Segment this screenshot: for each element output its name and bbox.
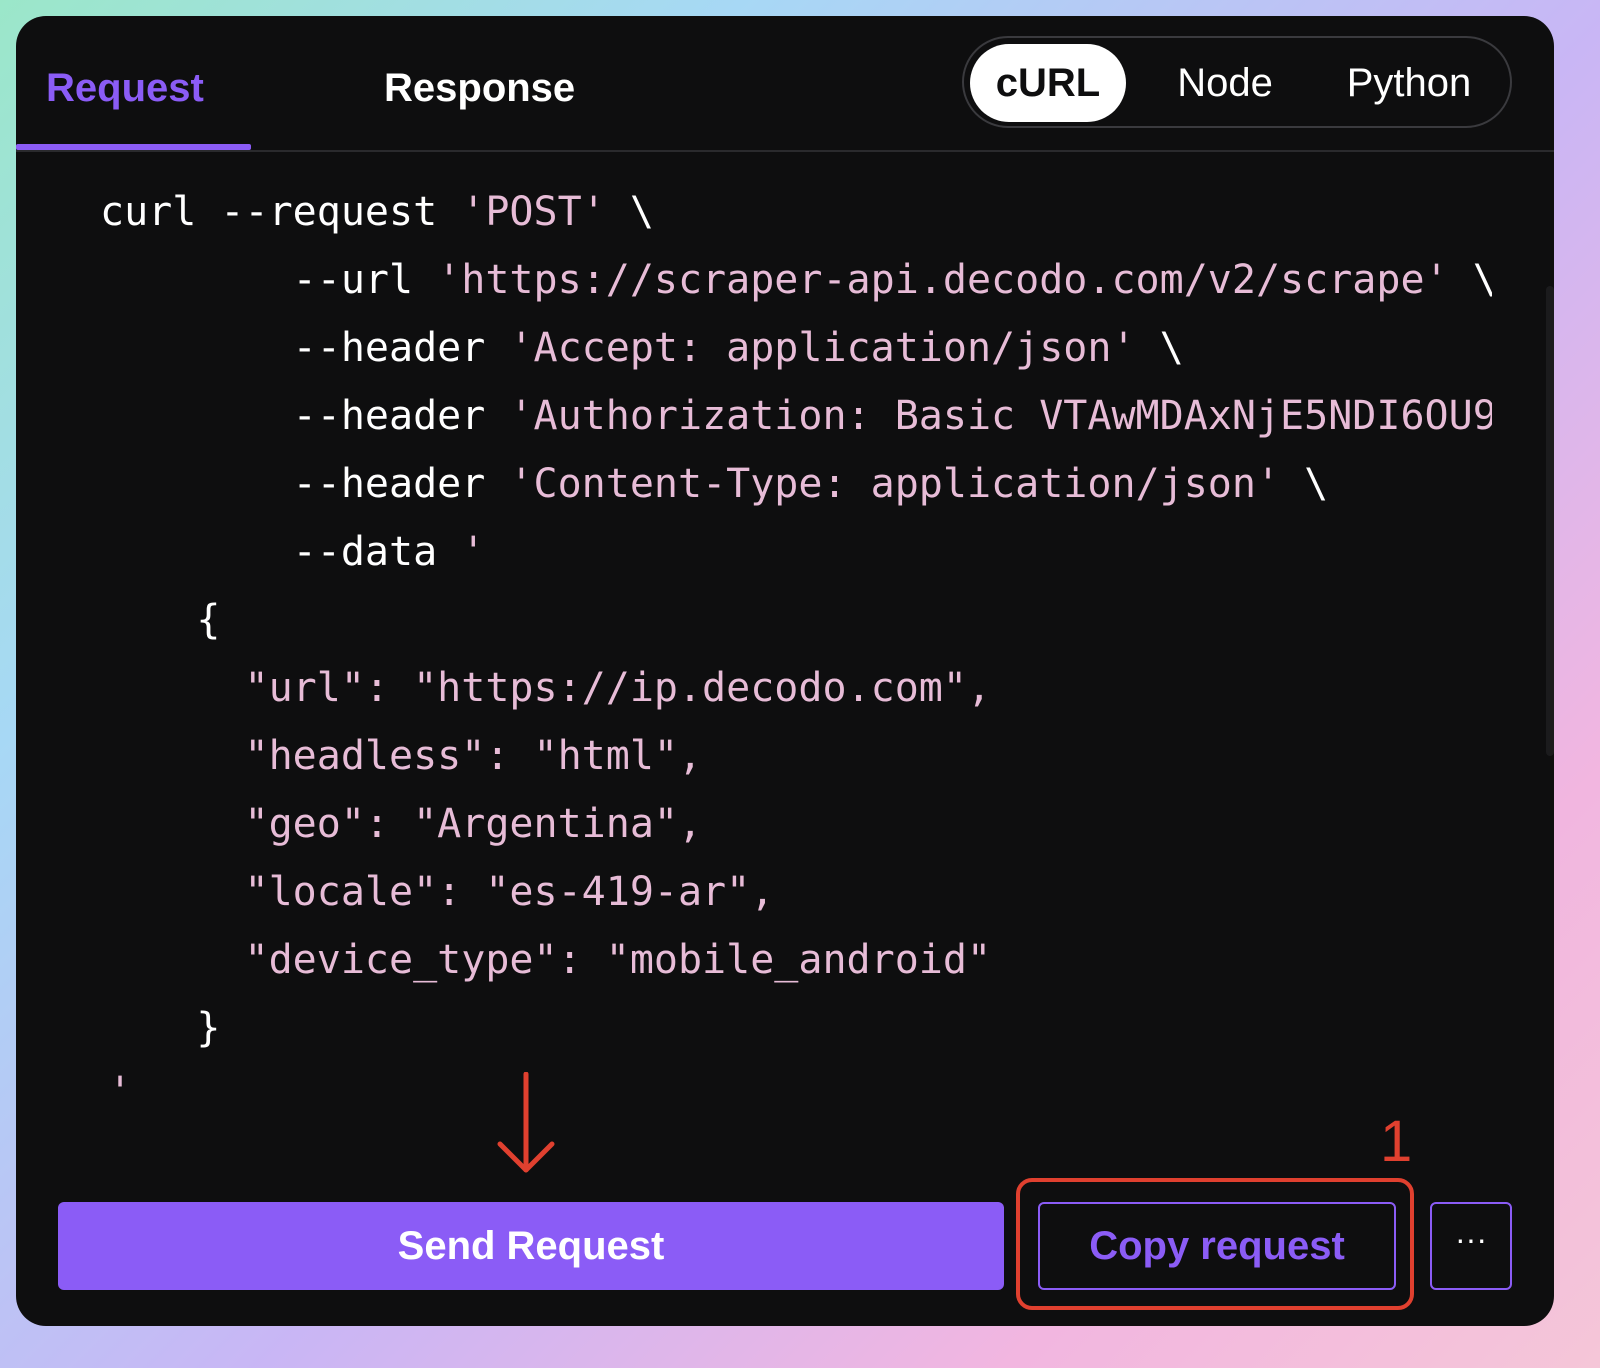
copy-request-button[interactable]: Copy request	[1038, 1202, 1396, 1290]
code-token-continuation: \	[1135, 325, 1184, 371]
code-line: }	[100, 1000, 220, 1056]
lang-python-button[interactable]: Python	[1334, 44, 1484, 122]
tab-request[interactable]: Request	[46, 66, 204, 111]
code-token-string: 'Accept: application/json'	[509, 325, 1136, 371]
request-panel: Request Response cURL Node Python curl -…	[16, 16, 1554, 1326]
code-token-string: "geo": "Argentina",	[244, 801, 703, 847]
code-token-string: 'Content-Type: application/json'	[509, 461, 1281, 507]
code-token-plain: {	[100, 597, 221, 643]
code-token-plain: --header	[100, 325, 510, 371]
code-token-continuation: \	[1448, 257, 1492, 303]
code-line: "headless": "html",	[100, 728, 703, 784]
code-line: --data '	[100, 524, 486, 580]
code-line: {	[100, 592, 220, 648]
code-line: --header 'Authorization: Basic VTAwMDAxN…	[100, 388, 1492, 444]
code-token-string: 'POST'	[461, 189, 606, 235]
tab-bar: Request Response cURL Node Python	[16, 16, 1554, 152]
tab-response[interactable]: Response	[384, 66, 575, 111]
lang-node-button[interactable]: Node	[1160, 44, 1290, 122]
code-line: "device_type": "mobile_android"	[100, 932, 992, 988]
code-line: --header 'Accept: application/json' \	[100, 320, 1184, 376]
code-token-plain: --data	[100, 529, 462, 575]
language-toggle: cURL Node Python	[962, 36, 1512, 128]
code-line: --url 'https://scraper-api.decodo.com/v2…	[100, 252, 1492, 308]
code-token-string: "url": "https://ip.decodo.com",	[244, 665, 992, 711]
more-options-button[interactable]: ···	[1430, 1202, 1512, 1290]
code-line: curl --request 'POST' \	[100, 184, 654, 240]
code-line: --header 'Content-Type: application/json…	[100, 456, 1329, 512]
code-token-plain: --header	[100, 461, 510, 507]
code-token-string: "device_type": "mobile_android"	[244, 937, 992, 983]
code-token-plain: --url	[100, 257, 438, 303]
code-token-string: '	[461, 529, 486, 575]
code-token-string: '	[108, 1069, 133, 1094]
code-token-continuation: \	[605, 189, 654, 235]
down-arrow-icon	[497, 1072, 555, 1173]
code-token-string: "headless": "html",	[244, 733, 703, 779]
send-request-button[interactable]: Send Request	[58, 1202, 1004, 1290]
code-token-plain: }	[100, 1005, 221, 1051]
code-line: "geo": "Argentina",	[100, 796, 703, 852]
code-line: "url": "https://ip.decodo.com",	[100, 660, 992, 716]
code-block: curl --request 'POST' \ --url 'https://s…	[16, 174, 1492, 1094]
code-token-continuation: \	[1280, 461, 1329, 507]
code-line: "locale": "es-419-ar",	[100, 864, 775, 920]
code-token-plain: --header	[100, 393, 510, 439]
code-token-string: 'Authorization: Basic VTAwMDAxNjE5NDI6OU…	[509, 393, 1492, 439]
code-token-string: 'https://scraper-api.decodo.com/v2/scrap…	[437, 257, 1449, 303]
code-token-string: "locale": "es-419-ar",	[244, 869, 775, 915]
active-tab-indicator	[16, 144, 251, 150]
step-number-badge: 1	[1380, 1109, 1413, 1174]
lang-curl-button[interactable]: cURL	[970, 44, 1126, 122]
code-line: '	[108, 1064, 132, 1094]
code-scrollbar[interactable]	[1546, 286, 1554, 756]
code-token-plain: curl --request	[100, 189, 462, 235]
